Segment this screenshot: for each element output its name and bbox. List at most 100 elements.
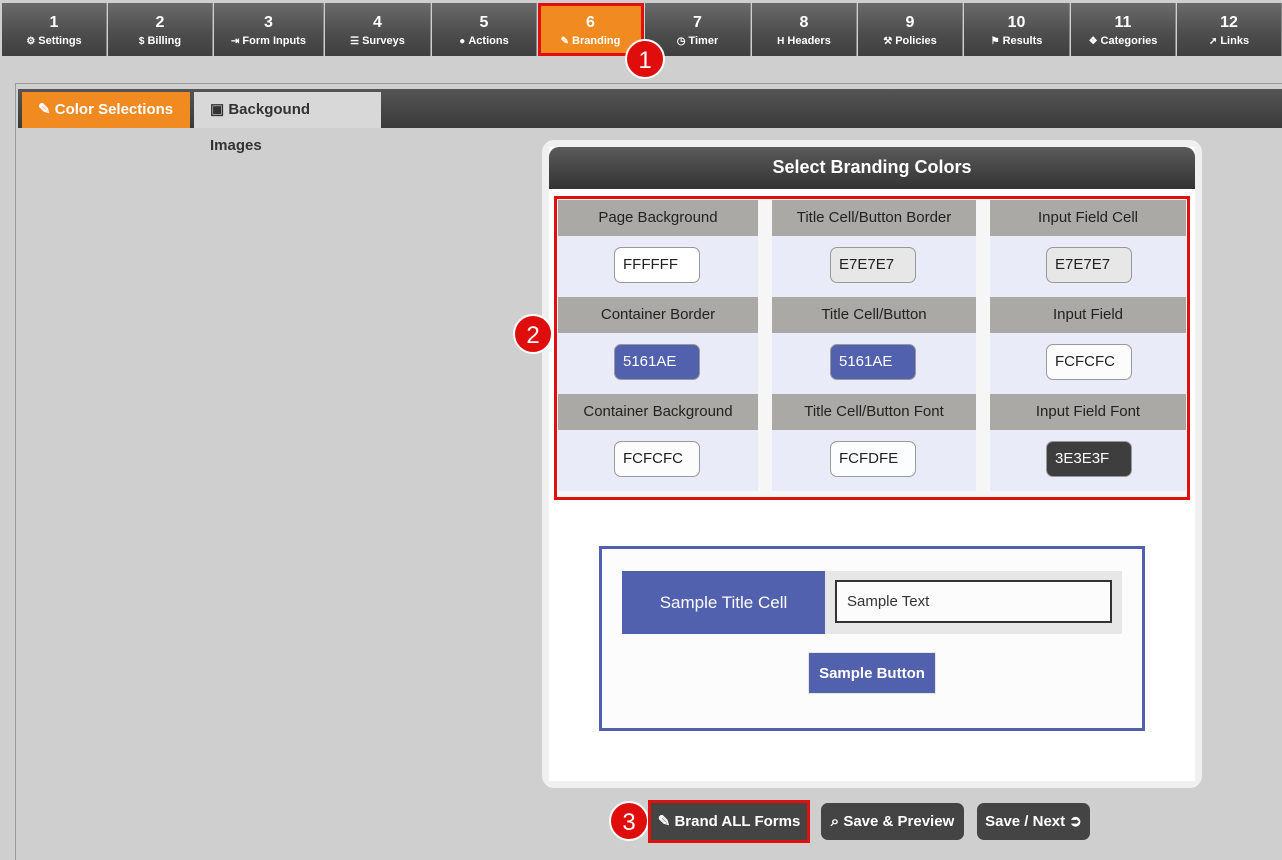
step-label: Timer xyxy=(688,35,719,47)
color-input-page-background[interactable]: FFFFFF xyxy=(614,247,700,283)
step-number: 11 xyxy=(1114,14,1132,31)
button-label: Brand ALL Forms xyxy=(674,813,801,830)
color-input-title-cell-button-border[interactable]: E7E7E7 xyxy=(830,247,916,283)
color-input-input-field-font[interactable]: 3E3E3F xyxy=(1046,441,1132,477)
field-label: Input Field xyxy=(990,297,1186,333)
content-border-left xyxy=(15,83,16,860)
step-actions[interactable]: 5 ● Actions xyxy=(432,3,537,56)
step-number: 7 xyxy=(693,14,702,31)
search-icon: ⌕ xyxy=(830,813,844,830)
step-surveys[interactable]: 4 ☰ Surveys xyxy=(325,3,431,56)
step-label: Actions xyxy=(468,35,509,47)
field-cell: 5161AE xyxy=(772,333,976,394)
field-label: Title Cell/Button Font xyxy=(772,394,976,430)
sample-row: Sample Title Cell Sample Text xyxy=(622,571,1122,634)
brush-icon: ✎ xyxy=(657,813,675,830)
field-label: Title Cell/Button Border xyxy=(772,200,976,236)
step-number: 8 xyxy=(799,14,809,31)
user-icon: ● xyxy=(459,36,466,47)
cubes-icon: ❖ xyxy=(1088,36,1098,47)
step-headers[interactable]: 8 H Headers xyxy=(752,3,857,56)
brush-icon: ✎ xyxy=(560,36,570,47)
step-label: Categories xyxy=(1100,35,1158,47)
step-number: 3 xyxy=(264,14,273,31)
sample-preview: Sample Title Cell Sample Text Sample But… xyxy=(599,546,1145,731)
tab-label: Color Selections xyxy=(54,101,174,118)
step-number: 9 xyxy=(905,14,915,31)
step-policies[interactable]: 9 ⚒ Policies xyxy=(858,3,963,56)
color-input-container-background[interactable]: FCFCFC xyxy=(614,441,700,477)
flag-icon: ⚑ xyxy=(990,36,1000,47)
field-cell: FCFDFE xyxy=(772,430,976,491)
subtab-bar: ✎ Color Selections ▣ Backgound Images xyxy=(18,89,1282,154)
save-preview-button[interactable]: ⌕ Save & Preview xyxy=(821,803,964,840)
color-input-input-field[interactable]: FCFCFC xyxy=(1046,344,1132,380)
step-number: 6 xyxy=(586,14,595,31)
pointer-icon: ➚ xyxy=(1208,36,1218,47)
color-input-input-field-cell[interactable]: E7E7E7 xyxy=(1046,247,1132,283)
header-icon: H xyxy=(777,36,785,47)
field-label: Page Background xyxy=(558,200,758,236)
button-label: Save & Preview xyxy=(843,813,955,830)
color-input-title-cell-button-font[interactable]: FCFDFE xyxy=(830,441,916,477)
sample-title-cell: Sample Title Cell xyxy=(622,571,825,634)
step-form-inputs[interactable]: 3 ⇥ Form Inputs xyxy=(214,3,324,56)
step-label: Links xyxy=(1220,35,1250,47)
sample-button[interactable]: Sample Button xyxy=(808,652,936,694)
step-number: 1 xyxy=(49,14,59,31)
step-label: Headers xyxy=(787,35,831,47)
step-label: Branding xyxy=(572,35,621,47)
step-label: Billing xyxy=(147,35,182,47)
step-number: 2 xyxy=(155,14,165,31)
field-cell: E7E7E7 xyxy=(990,236,1186,297)
step-settings[interactable]: 1 ⚙ Settings xyxy=(2,3,107,56)
callout-marker-1: 1 xyxy=(625,39,665,79)
brush-icon: ✎ xyxy=(38,101,55,118)
step-links[interactable]: 12 ➚ Links xyxy=(1177,3,1282,56)
callout-marker-3: 3 xyxy=(609,801,649,841)
gavel-icon: ⚒ xyxy=(883,36,893,47)
field-cell: 5161AE xyxy=(558,333,758,394)
color-input-title-cell-button[interactable]: 5161AE xyxy=(830,344,916,380)
field-label: Container Background xyxy=(558,394,758,430)
field-cell: FCFCFC xyxy=(990,333,1186,394)
content-border-top xyxy=(15,83,1282,84)
list-icon: ☰ xyxy=(350,36,360,47)
step-number: 10 xyxy=(1007,14,1026,31)
field-cell: FCFCFC xyxy=(558,430,758,491)
save-next-button[interactable]: Save / Next ➲ xyxy=(977,803,1090,840)
step-number: 12 xyxy=(1220,14,1238,31)
button-label: Save / Next xyxy=(985,813,1066,830)
sign-in-icon: ⇥ xyxy=(231,36,240,47)
step-label: Surveys xyxy=(362,35,405,47)
field-label: Input Field Cell xyxy=(990,200,1186,236)
color-input-container-border[interactable]: 5161AE xyxy=(614,344,700,380)
clock-icon: ◷ xyxy=(676,36,686,47)
step-number: 4 xyxy=(373,14,382,31)
step-categories[interactable]: 11 ❖ Categories xyxy=(1071,3,1176,56)
dollar-icon: $ xyxy=(138,36,145,47)
step-label: Results xyxy=(1002,35,1043,47)
field-label: Title Cell/Button xyxy=(772,297,976,333)
field-cell: FFFFFF xyxy=(558,236,758,297)
step-label: Policies xyxy=(895,35,937,47)
step-number: 5 xyxy=(479,14,489,31)
sample-input[interactable]: Sample Text xyxy=(835,580,1112,623)
field-cell: 3E3E3F xyxy=(990,430,1186,491)
callout-marker-2: 2 xyxy=(513,314,553,354)
tab-color-selections[interactable]: ✎ Color Selections xyxy=(22,92,190,128)
step-billing[interactable]: 2 $ Billing xyxy=(108,3,213,56)
step-results[interactable]: 10 ⚑ Results xyxy=(964,3,1070,56)
gear-icon: ⚙ xyxy=(26,36,36,47)
image-icon: ▣ xyxy=(210,101,229,118)
step-label: Form Inputs xyxy=(242,35,306,47)
field-label: Container Border xyxy=(558,297,758,333)
panel-title: Select Branding Colors xyxy=(549,147,1195,189)
field-cell: E7E7E7 xyxy=(772,236,976,297)
step-label: Settings xyxy=(38,35,82,47)
arrow-right-circle-icon: ➲ xyxy=(1065,813,1082,830)
brand-all-forms-button[interactable]: ✎ Brand ALL Forms xyxy=(648,800,810,843)
field-label: Input Field Font xyxy=(990,394,1186,430)
color-grid: Page Background FFFFFF Title Cell/Button… xyxy=(554,196,1190,500)
tab-background-images[interactable]: ▣ Backgound Images xyxy=(194,92,381,154)
